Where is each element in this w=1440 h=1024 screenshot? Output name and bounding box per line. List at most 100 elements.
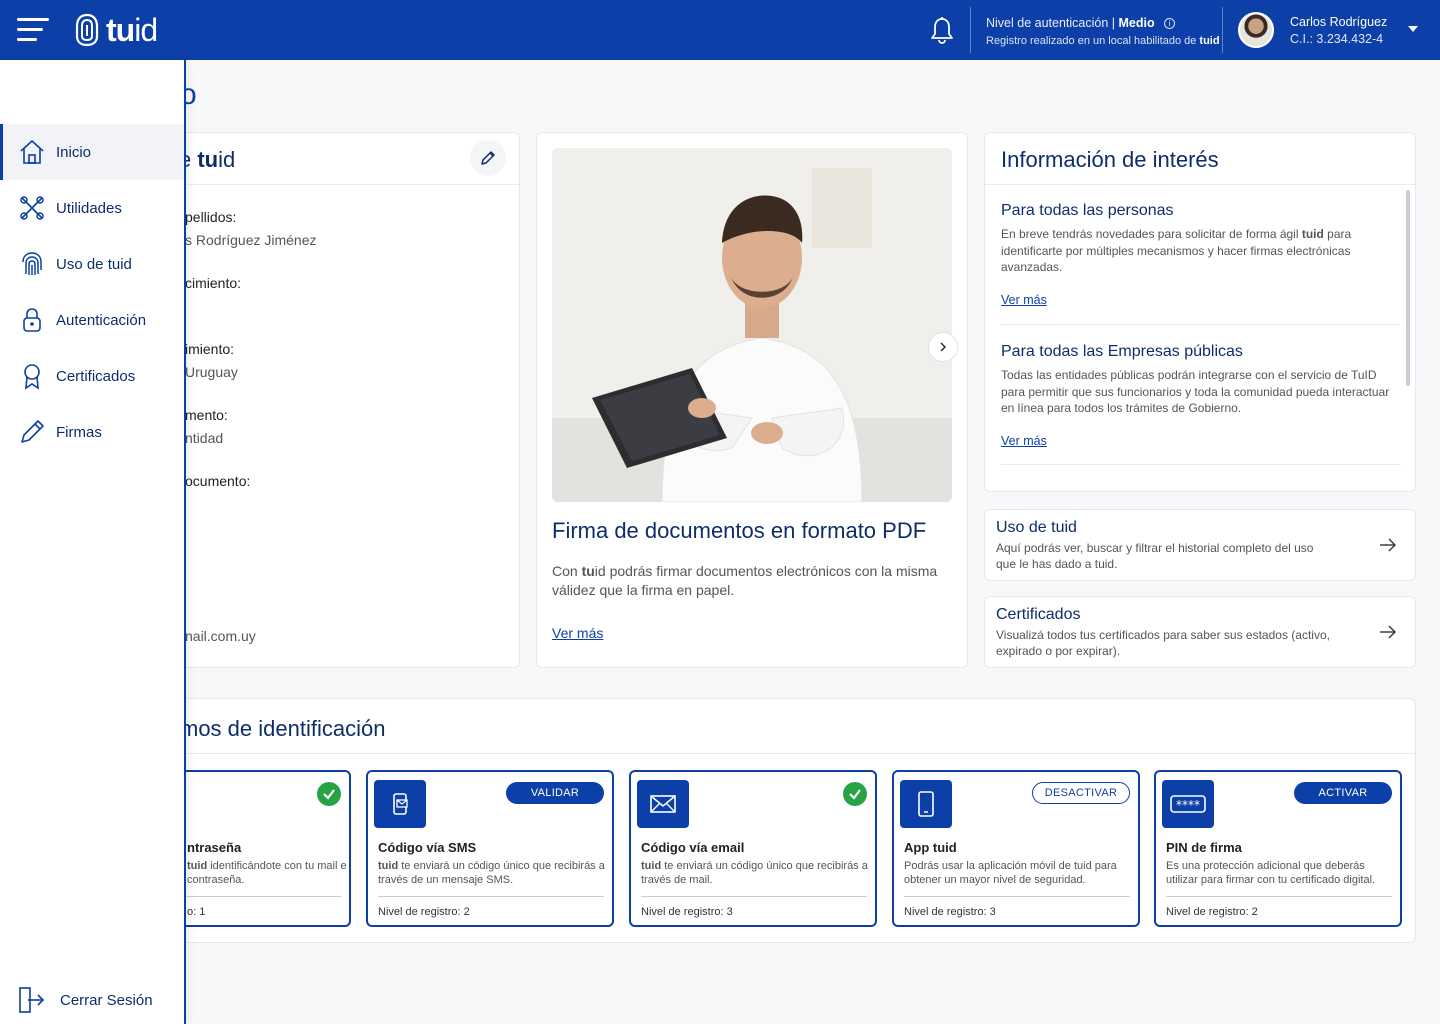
info-divider (1001, 464, 1401, 465)
card-divider (161, 753, 1415, 754)
top-bar: tuid Nivel de autenticación | Medio i Re… (0, 0, 1440, 60)
menu-icon[interactable] (17, 18, 49, 42)
sidebar-item-label: Autenticación (56, 311, 147, 329)
method-desc: tuid te enviará un código único que reci… (378, 860, 605, 886)
info-divider (1001, 324, 1401, 325)
person-with-tablet-illustration (552, 148, 952, 502)
method-card-email[interactable]: Código vía email tuid te enviará un códi… (629, 770, 877, 927)
shortcut-title: Uso de tuid (996, 519, 1077, 536)
chevron-right-icon (940, 342, 947, 352)
method-desc: Podrás usar la aplicación móvil de tuid … (904, 860, 1117, 886)
method-name: ntraseña (187, 840, 242, 855)
edit-profile-button[interactable] (470, 140, 506, 176)
sidebar-item-certificados[interactable]: Certificados (0, 348, 184, 404)
info-item-text: En breve tendrás novedades para solicita… (1001, 227, 1352, 274)
method-card-sms[interactable]: VALIDAR Código vía SMS tuid te enviará u… (366, 770, 614, 927)
method-card-app[interactable]: DESACTIVAR App tuid Podrás usar la aplic… (892, 770, 1140, 927)
profile-label: cimiento: (185, 275, 242, 291)
verified-check-icon (317, 782, 341, 806)
mobile-phone-icon (900, 780, 952, 828)
user-name[interactable]: Carlos Rodríguez (1290, 15, 1387, 29)
chevron-down-icon[interactable] (1408, 26, 1418, 32)
profile-label: ocumento: (185, 473, 251, 489)
method-desc: tuid te enviará un código único que reci… (641, 860, 868, 886)
info-item-heading: Para todas las personas (1001, 202, 1174, 219)
card-divider (985, 184, 1415, 185)
shortcut-text: Aquí podrás ver, buscar y filtrar el his… (996, 541, 1314, 571)
info-see-more-link[interactable]: Ver más (1001, 293, 1047, 307)
method-divider (904, 896, 1130, 897)
activate-button[interactable]: ACTIVAR (1294, 782, 1392, 804)
method-divider (187, 896, 341, 897)
sidebar-item-autenticacion[interactable]: Autenticación (0, 292, 184, 348)
method-card-pin[interactable]: **** ACTIVAR PIN de firma Es una protecc… (1154, 770, 1402, 927)
promo-title: Firma de documentos en formato PDF (552, 518, 927, 543)
fingerprint-logo-icon (75, 13, 99, 47)
method-name: Código vía SMS (378, 840, 477, 855)
profile-label: imiento: (185, 341, 235, 357)
methods-title: mos de identificación (180, 716, 386, 741)
sidebar-item-label: Inicio (56, 143, 92, 161)
method-level: Nivel de registro: 2 (378, 906, 470, 918)
logout-button[interactable]: Cerrar Sesión (18, 986, 153, 1014)
info-see-more-link[interactable]: Ver más (1001, 434, 1047, 448)
info-item-text: Todas las entidades públicas podrán inte… (1001, 368, 1390, 415)
info-scrollbar[interactable] (1406, 190, 1410, 386)
sms-icon (374, 780, 426, 828)
method-desc: Es una protección adicional que deberás … (1166, 860, 1376, 886)
method-level: Nivel de registro: 2 (1166, 906, 1258, 918)
logout-label: Cerrar Sesión (60, 992, 153, 1009)
info-icon[interactable]: i (1164, 18, 1176, 30)
method-name: PIN de firma (1166, 840, 1242, 855)
notifications-bell-icon[interactable] (929, 15, 955, 45)
shortcut-title: Certificados (996, 606, 1081, 623)
header-divider (1222, 7, 1223, 53)
method-name: App tuid (904, 840, 957, 855)
info-card-title: Información de interés (1001, 147, 1219, 172)
profile-value: Uruguay (185, 364, 238, 380)
sidebar-item-utilidades[interactable]: Utilidades (0, 180, 184, 236)
card-divider (161, 184, 519, 185)
info-card: Información de interés (984, 132, 1416, 492)
avatar[interactable] (1238, 12, 1274, 48)
pin-password-icon: **** (1162, 780, 1214, 828)
profile-card-title: e tuid (179, 147, 236, 172)
profile-email: nail.com.uy (185, 628, 256, 644)
tuid-logo[interactable]: tuid (74, 10, 158, 50)
fingerprint-icon (22, 252, 42, 275)
promo-text: Con tuid podrás firmar documentos electr… (552, 563, 938, 598)
promo-see-more-link[interactable]: Ver más (552, 625, 603, 641)
arrow-right-icon[interactable] (1378, 535, 1398, 555)
profile-label: pellidos: (185, 209, 237, 225)
sidebar-item-label: Uso de tuid (56, 255, 132, 273)
tools-icon (20, 196, 44, 220)
lock-icon (23, 308, 41, 332)
sidebar-item-inicio[interactable]: Inicio (0, 124, 184, 180)
sidebar-item-firmas[interactable]: Firmas (0, 404, 184, 460)
carousel-next-button[interactable] (928, 332, 958, 362)
deactivate-button[interactable]: DESACTIVAR (1032, 782, 1130, 804)
info-item-heading: Para todas las Empresas públicas (1001, 343, 1243, 360)
user-ci: C.I.: 3.234.432-4 (1290, 32, 1384, 46)
validate-button[interactable]: VALIDAR (506, 782, 604, 804)
method-level: Nivel de registro: 3 (904, 906, 996, 918)
sidebar-item-label: Utilidades (56, 199, 122, 217)
sidebar-item-label: Firmas (56, 423, 102, 441)
logout-icon (19, 987, 45, 1013)
home-icon (20, 139, 44, 164)
method-level: o: 1 (187, 906, 206, 918)
profile-label: mento: (185, 407, 228, 423)
verified-check-icon (843, 782, 867, 806)
pen-icon (21, 420, 44, 443)
logo-wordmark: tuid (106, 11, 158, 48)
promo-image (552, 148, 952, 502)
method-level: Nivel de registro: 3 (641, 906, 733, 918)
method-divider (378, 896, 604, 897)
shortcut-text: Visualizá todos tus certificados para sa… (996, 628, 1330, 658)
sidebar-item-uso-de-tuid[interactable]: Uso de tuid (0, 236, 184, 292)
badge-icon (24, 364, 40, 390)
envelope-icon (637, 780, 689, 828)
arrow-right-icon[interactable] (1378, 622, 1398, 642)
profile-value: ntidad (185, 430, 224, 446)
svg-text:****: **** (1176, 798, 1200, 812)
